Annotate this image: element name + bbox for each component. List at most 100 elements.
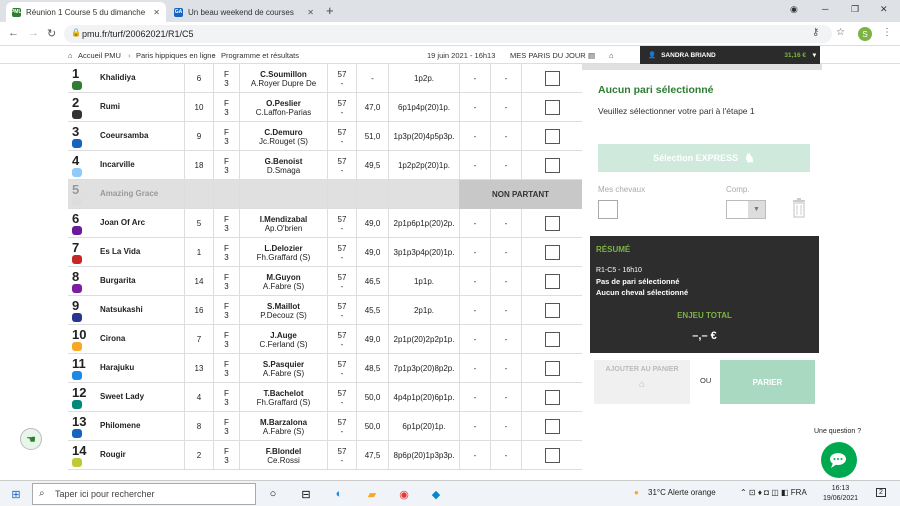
tab-search-icon[interactable]: ◉ bbox=[790, 4, 798, 15]
select-horse-checkbox[interactable] bbox=[544, 245, 560, 260]
runner-cell-d2: - bbox=[490, 325, 521, 354]
horse-name[interactable]: Sweet Lady bbox=[100, 392, 144, 401]
horse-name[interactable]: Rumi bbox=[100, 102, 120, 111]
trash-icon[interactable] bbox=[792, 198, 806, 218]
windows-start-icon[interactable]: ⊞ bbox=[8, 486, 24, 502]
star-icon[interactable]: ☆ bbox=[836, 27, 845, 38]
select-horse-checkbox[interactable] bbox=[544, 419, 560, 434]
runner-d1: - bbox=[473, 364, 477, 373]
close-tab-icon[interactable]: ✕ bbox=[153, 8, 160, 17]
app-icon[interactable]: ◆ bbox=[428, 486, 444, 502]
horse-name[interactable]: Cirona bbox=[100, 334, 125, 343]
horse-name[interactable]: Philomene bbox=[100, 421, 140, 430]
horse-name[interactable]: Coeursamba bbox=[100, 131, 148, 140]
select-horse-checkbox[interactable] bbox=[544, 303, 560, 318]
maximize-icon[interactable]: ❐ bbox=[851, 4, 859, 15]
runner-cell-pw: 57- bbox=[327, 267, 356, 296]
close-tab-icon[interactable]: ✕ bbox=[307, 8, 314, 17]
basket-icon[interactable]: ⌂ bbox=[609, 51, 614, 60]
select-horse-checkbox[interactable] bbox=[544, 129, 560, 144]
horse-name[interactable]: Incarville bbox=[100, 160, 135, 169]
horse-weight: 57 bbox=[337, 214, 347, 224]
runner-cell-d1: - bbox=[459, 93, 490, 122]
notification-count[interactable]: 2 bbox=[876, 488, 886, 497]
horse-name[interactable]: Harajuku bbox=[100, 363, 134, 372]
forward-icon[interactable]: → bbox=[28, 27, 39, 39]
user-bar[interactable]: 👤 SANDRA BRIAND 31,16 € ▾ bbox=[640, 46, 820, 64]
file-explorer-icon[interactable]: ▰ bbox=[364, 486, 380, 502]
select-horse-checkbox[interactable] bbox=[544, 361, 560, 376]
select-horse-checkbox[interactable] bbox=[544, 158, 560, 173]
comp-select[interactable]: ▼ bbox=[726, 200, 766, 219]
horse-age: 3 bbox=[224, 165, 229, 175]
horse-age: 3 bbox=[224, 281, 229, 291]
comp-value bbox=[727, 201, 748, 218]
runner-cote: 50,0 bbox=[364, 393, 381, 402]
task-view-icon[interactable]: ○ bbox=[265, 486, 281, 502]
select-horse-checkbox[interactable] bbox=[544, 71, 560, 86]
menu-icon[interactable]: ⋮ bbox=[882, 27, 892, 38]
close-window-icon[interactable]: ✕ bbox=[880, 4, 888, 15]
select-horse-checkbox[interactable] bbox=[544, 332, 560, 347]
runner-cell-corde: 8 bbox=[184, 412, 213, 441]
breadcrumb-paris[interactable]: Paris hippiques en ligne bbox=[136, 51, 216, 60]
runner-cell-musique: 2p1p. bbox=[388, 296, 459, 325]
add-to-basket-button[interactable]: AJOUTER AU PANIER ⌂ bbox=[594, 360, 690, 404]
minimize-icon[interactable]: ─ bbox=[822, 4, 828, 14]
jockey-name: O.Peslier bbox=[266, 98, 301, 108]
runner-cell-musique: 1p2p. bbox=[388, 64, 459, 93]
receipt-icon[interactable]: ▤ bbox=[588, 51, 595, 60]
horse-age: 3 bbox=[224, 368, 229, 378]
select-horse-checkbox[interactable] bbox=[544, 390, 560, 405]
runner-cell-sa: F3 bbox=[213, 383, 239, 412]
runner-row: 14 Rougir 2 F 3 F.Blondel Ce.Rossi 57-47,5 8p6p(… bbox=[68, 441, 582, 470]
chat-button[interactable] bbox=[821, 442, 857, 478]
home-icon[interactable]: ⌂ bbox=[68, 51, 73, 60]
horse-name[interactable]: Khalidiya bbox=[100, 73, 136, 82]
horse-name[interactable]: Joan Of Arc bbox=[100, 218, 145, 227]
widgets-icon[interactable]: ⊟ bbox=[298, 486, 314, 502]
runner-corde: 13 bbox=[194, 364, 204, 373]
horse-name[interactable]: Rougir bbox=[100, 450, 126, 459]
profile-avatar[interactable]: S bbox=[858, 27, 872, 41]
key-icon[interactable]: ⚷ bbox=[812, 27, 819, 38]
help-question[interactable]: Une question ? bbox=[814, 428, 861, 435]
horse-weight: 57 bbox=[337, 156, 347, 166]
horse-name[interactable]: Es La Vida bbox=[100, 247, 140, 256]
jockey-name: C.Demuro bbox=[264, 127, 303, 137]
breadcrumb-home[interactable]: Accueil PMU bbox=[78, 51, 121, 60]
reload-icon[interactable]: ↻ bbox=[47, 27, 56, 40]
taskbar-search[interactable]: ⌕ Taper ici pour rechercher bbox=[32, 483, 256, 505]
accessibility-button[interactable]: ☚ bbox=[20, 428, 42, 450]
parier-button[interactable]: PARIER bbox=[720, 360, 815, 404]
horse-sex: F bbox=[224, 243, 229, 253]
select-horse-checkbox[interactable] bbox=[544, 274, 560, 289]
new-tab-icon[interactable]: + bbox=[326, 3, 334, 18]
chrome-icon[interactable]: ◉ bbox=[396, 486, 412, 502]
mes-paris-link[interactable]: MES PARIS DU JOUR bbox=[510, 51, 586, 60]
runner-cell-cote: 49,5 bbox=[356, 151, 388, 180]
runner-number: 3 bbox=[72, 124, 80, 139]
horse-name[interactable]: Amazing Grace bbox=[100, 189, 158, 198]
mes-chevaux-field[interactable] bbox=[598, 200, 618, 219]
breadcrumb-programme[interactable]: Programme et résultats bbox=[221, 51, 299, 60]
select-horse-checkbox[interactable] bbox=[544, 100, 560, 115]
horse-name[interactable]: Burgarita bbox=[100, 276, 136, 285]
express-selection-button[interactable]: Sélection EXPRESS ♞ bbox=[598, 144, 810, 172]
horse-name[interactable]: Natsukashi bbox=[100, 305, 143, 314]
weather-text[interactable]: 31°C Alerte orange bbox=[648, 488, 716, 497]
tab-weekend[interactable]: GA Un beau weekend de courses ✕ bbox=[168, 2, 320, 22]
select-horse-checkbox[interactable] bbox=[544, 216, 560, 231]
runner-cote: 50,0 bbox=[364, 422, 381, 431]
back-icon[interactable]: ← bbox=[8, 27, 19, 39]
tray-icons[interactable]: ⌃ ⊡ ♦ ◘ ◫ ◧ FRA bbox=[740, 488, 807, 497]
runner-cell-corde: 2 bbox=[184, 441, 213, 470]
runner-row: 8 Burgarita 14 F 3 M.Guyon A.Fabre (S) 57-46,5 1… bbox=[68, 267, 582, 296]
select-horse-checkbox[interactable] bbox=[544, 448, 560, 463]
url-field[interactable]: 🔒 pmu.fr/turf/20062021/R1/C5 bbox=[64, 25, 832, 43]
runner-cell-d2: - bbox=[490, 267, 521, 296]
edge-icon[interactable]: ◐ bbox=[331, 486, 347, 502]
tab-pmu[interactable]: PMU Réunion 1 Course 5 du dimanche ✕ bbox=[6, 2, 166, 22]
clock[interactable]: 16:13 19/06/2021 bbox=[823, 484, 858, 504]
runner-d1: - bbox=[473, 132, 477, 141]
